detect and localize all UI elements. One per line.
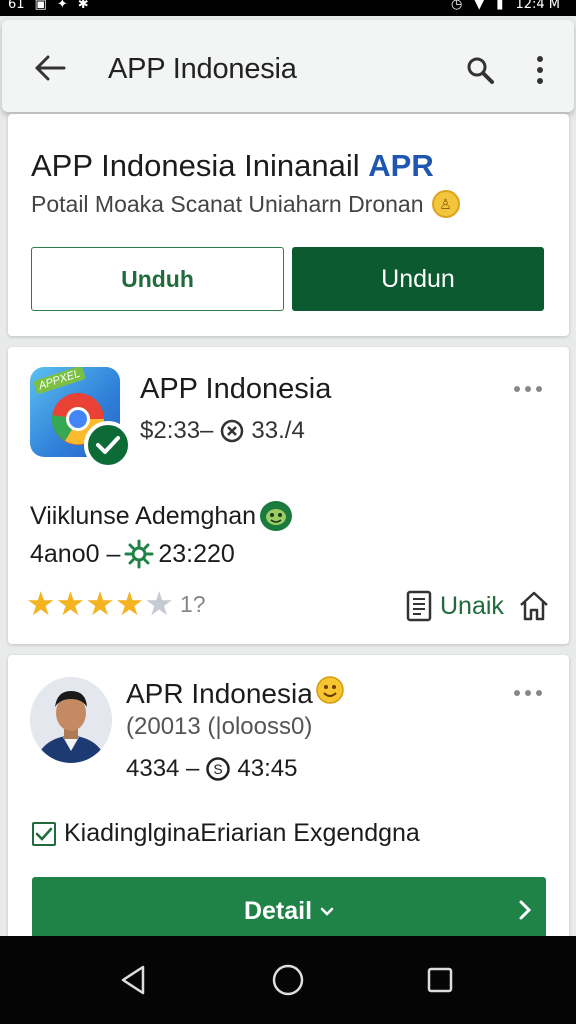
app-line2: 4ano0 – 23:220: [30, 539, 235, 569]
app-line2-a: 4ano0 –: [30, 539, 121, 568]
profile-card[interactable]: APR Indonesia (20013 (|olooss0) 4334 – S…: [8, 655, 569, 955]
star-empty-icon: ★: [144, 584, 174, 623]
checkbox-row[interactable]: KiadinglginaEriarian Exgendgna: [32, 819, 420, 848]
nav-recents-icon[interactable]: [418, 958, 462, 1002]
subtitle-text: Potail Moaka Scanat Uniaharn Dronan: [31, 190, 424, 217]
usb-icon: ✦: [56, 0, 68, 12]
app-card[interactable]: APPXEL APP Indonesia $2:33– 33./4 Viiklu…: [8, 347, 569, 644]
app-meta: $2:33– 33./4: [140, 417, 305, 445]
currency-icon: S: [206, 757, 231, 781]
app-card-more-icon[interactable]: [508, 379, 548, 399]
app-meta-value: 33./4: [251, 417, 305, 444]
avatar: [30, 677, 112, 763]
nav-home-icon[interactable]: [266, 958, 310, 1002]
wifi-icon: ▼: [474, 0, 485, 12]
system-nav-bar: [0, 936, 576, 1024]
home-icon[interactable]: [518, 590, 550, 622]
rating-count: 1?: [179, 590, 206, 617]
checkbox-label: KiadinglginaEriarian Exgendgna: [64, 819, 420, 847]
smile-emoji-icon: [315, 675, 345, 712]
download-card-title: APP Indonesia Ininanail APR: [31, 148, 434, 184]
app-name: APP Indonesia: [140, 373, 332, 405]
status-time: 12:4 M: [515, 0, 560, 12]
profile-sub: (20013 (|olooss0): [126, 713, 313, 740]
chevron-down-icon: [320, 907, 334, 916]
app-bar: APP Indonesia: [2, 20, 574, 112]
star-icon: ★: [114, 584, 145, 623]
detail-button[interactable]: Detail: [32, 877, 546, 943]
profile-meta-b: 43:45: [237, 755, 298, 782]
download-card-subtitle: Potail Moaka Scanat Uniaharn Dronan ♙: [31, 190, 460, 218]
rating: ★ ★ ★ ★ ★ 1?: [26, 587, 206, 621]
app-line1-text: Viiklunse Ademghan: [30, 501, 257, 530]
profile-card-more-icon[interactable]: [508, 683, 548, 703]
status-left-text: 61: [8, 0, 25, 12]
alarm-icon: ◷: [450, 0, 463, 12]
app-line2-b: 23:220: [158, 539, 235, 568]
chevron-right-icon: [519, 900, 532, 920]
unaik-label: Unaik: [440, 591, 504, 620]
battery-icon: ▮: [496, 0, 504, 12]
unduh-outline-button[interactable]: Unduh: [31, 247, 284, 311]
profile-meta-a: 4334 –: [126, 755, 200, 782]
page-title: APP Indonesia: [108, 53, 297, 85]
unaik-action[interactable]: Unaik: [406, 590, 550, 622]
undun-solid-button[interactable]: Undun: [292, 247, 544, 311]
nav-back-icon[interactable]: [112, 958, 156, 1002]
document-icon: [406, 590, 432, 622]
star-icon: ★: [85, 584, 115, 623]
clock-icon: [221, 419, 244, 443]
arrow-left-icon[interactable]: [30, 48, 70, 88]
checkbox-checked-icon[interactable]: [32, 821, 56, 846]
verified-check-icon: [84, 421, 132, 469]
detail-label: Detail: [243, 897, 313, 925]
more-vert-icon[interactable]: [522, 50, 558, 90]
status-bar: 61 ▣ ✦ ✱ ◷ ▼ ▮ 12:4 M: [0, 0, 576, 16]
star-icon: ★: [26, 584, 56, 623]
app-line1: Viiklunse Ademghan: [30, 501, 293, 531]
profile-name: APR Indonesia: [126, 675, 345, 712]
search-icon[interactable]: [460, 50, 500, 90]
bug-icon: ✱: [77, 0, 89, 12]
coin-icon: ♙: [431, 190, 460, 218]
gear-icon: [124, 539, 154, 569]
download-card: APP Indonesia Ininanail APR Potail Moaka…: [8, 114, 569, 336]
star-icon: ★: [55, 584, 86, 623]
image-notification-icon: ▣: [34, 0, 47, 12]
profile-name-text: APR Indonesia: [126, 677, 313, 709]
title-accent: APR: [368, 148, 434, 183]
face-emoji-icon: [260, 501, 293, 531]
profile-meta: 4334 – S 43:45: [126, 755, 297, 783]
app-price: $2:33–: [140, 417, 214, 444]
svg-text:S: S: [214, 761, 223, 777]
title-text: APP Indonesia Ininanail: [31, 148, 360, 183]
